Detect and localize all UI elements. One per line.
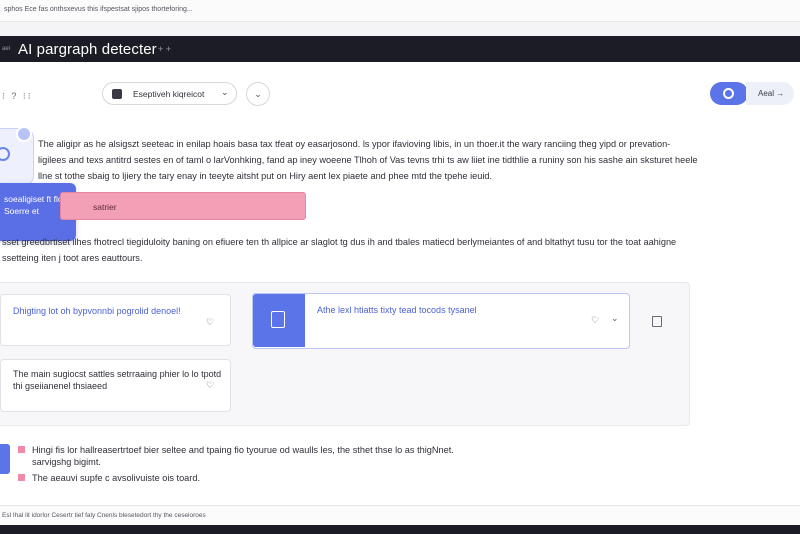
note-text-3: The aeauvi supfe c avsolivuiste ois toar… (32, 473, 201, 483)
toolbar-left-icons[interactable]: ⁝ ? ⁝⁝ (2, 91, 33, 102)
floating-card-text: soealigiset ft flot Soerre et (4, 194, 65, 216)
result-card-text: Dhigting lot oh bypvonnbi pogrolid denoe… (13, 306, 181, 316)
copy-icon[interactable] (652, 316, 662, 327)
clipboard-icon (271, 311, 285, 328)
highlight-label: satrier (93, 202, 117, 212)
result-card-text: The main sugiocst sattles setrraaing phi… (13, 369, 222, 391)
address-text[interactable]: sphos Ece fas onthsxevus this ifspestsat… (4, 6, 193, 13)
document-icon (112, 89, 122, 99)
header-mini-label: ael (2, 46, 11, 52)
result-card-selected[interactable]: Athe lexl htiatts tixty tead tocods tysa… (252, 293, 630, 349)
refresh-icon (723, 88, 734, 99)
add-button-label: Aeal (758, 89, 775, 98)
result-card[interactable]: The main sugiocst sattles setrraaing phi… (0, 359, 231, 412)
dropdown-label: Eseptiveh kiqreicot (133, 89, 205, 99)
footer-text: Esl Ihal lit idorlor Cesertr tief faly C… (2, 512, 206, 519)
chevron-down-icon[interactable]: ⌄ (611, 313, 619, 324)
pink-bullet-icon (18, 446, 25, 453)
paragraph-text-1: The aligipr as he alsigszt seeteac in en… (38, 139, 698, 181)
add-button[interactable]: Aeal → (746, 82, 794, 105)
detect-toggle[interactable] (710, 82, 748, 105)
expand-button[interactable]: ⌄ (246, 82, 270, 106)
note-text-2: sarvigshg bigimt. (32, 457, 101, 467)
detector-dropdown[interactable]: Eseptiveh kiqreicot ⌄ (102, 82, 237, 105)
chevron-down-icon: ⌄ (221, 87, 229, 97)
notes-marker (0, 444, 10, 474)
status-dot-icon (16, 126, 32, 142)
bottom-bar (0, 525, 800, 534)
app-header: ael AI pargraph detecter + + (0, 36, 800, 62)
result-card[interactable]: Dhigting lot oh bypvonnbi pogrolid denoe… (0, 294, 231, 346)
note-text-1: Hingi fis lor hallreasertrtoef bier selt… (32, 445, 454, 455)
target-icon (0, 147, 10, 161)
heart-icon[interactable]: ♡ (591, 315, 599, 326)
result-card-text: Athe lexl htiatts tixty tead tocods tysa… (317, 305, 477, 315)
browser-bar: sphos Ece fas onthsxevus this ifspestsat… (0, 0, 800, 22)
header-plus-icon[interactable]: + + (158, 44, 171, 54)
note-line: Hingi fis lor hallreasertrtoef bier selt… (32, 444, 532, 468)
heart-icon[interactable]: ♡ (206, 317, 214, 328)
pink-bullet-icon (18, 474, 25, 481)
page-title: AI pargraph detecter (18, 41, 157, 58)
paragraph-text-2: sset greedbrtiset ilhes fhotrecl tiegidu… (2, 237, 677, 263)
footer: Esl Ihal lit idorlor Cesertr tief faly C… (0, 505, 800, 525)
arrow-icon: → (776, 89, 785, 98)
highlighted-span[interactable]: satrier (60, 192, 306, 220)
card-icon-box (253, 294, 305, 347)
side-tab[interactable] (0, 126, 34, 186)
main-content: ⁝ ? ⁝⁝ Eseptiveh kiqreicot ⌄ ⌄ Aeal → Th… (0, 62, 800, 510)
heart-icon[interactable]: ♡ (206, 380, 214, 391)
